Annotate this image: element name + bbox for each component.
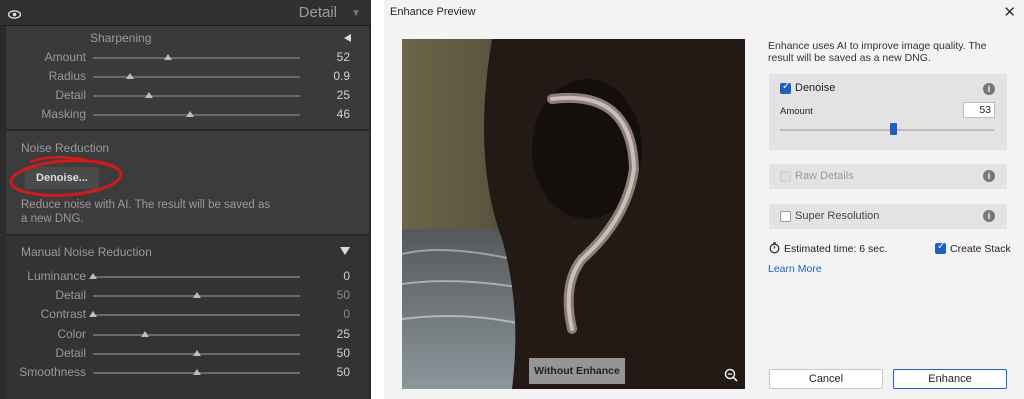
preview-image[interactable]: Without Enhance [402,39,745,389]
manual-noise-slider-thumb[interactable] [192,292,201,299]
detail-panel: Detail ▼ Sharpening Amount 52 Radius 0.9 Det… [0,0,371,399]
manual-noise-slider-track[interactable] [93,314,300,317]
denoise-info-icon[interactable]: i [983,83,995,95]
sharpening-slider-value[interactable]: 25 [310,88,350,102]
learn-more-link[interactable]: Learn More [768,263,822,275]
manual-noise-slider-label: Detail [55,345,86,360]
sharpening-slider-track[interactable] [93,76,300,78]
noise-reduction-title: Noise Reduction [21,141,110,155]
manual-noise-slider-value[interactable]: 25 [310,327,350,341]
sharpening-slider-label: Radius [48,69,86,83]
zoom-out-icon[interactable] [724,368,738,385]
manual-noise-reduction-title: Manual Noise Reduction [21,245,152,259]
denoise-button[interactable]: Denoise... [25,167,99,189]
manual-noise-slider-thumb[interactable] [192,349,201,356]
preview-photo [402,39,745,389]
enhance-button[interactable]: Enhance [893,369,1007,389]
denoise-description: Reduce noise with AI. The result will be… [21,199,271,225]
estimated-time: Estimated time: 6 sec. [784,243,888,255]
denoise-checkbox[interactable] [780,81,791,94]
manual-noise-slider-value[interactable]: 50 [310,365,350,379]
panel-title: Detail [298,4,337,21]
super-resolution-box: Super Resolution i [769,204,1007,229]
dialog-intro: Enhance uses AI to improve image quality… [768,40,987,64]
super-resolution-checkbox[interactable] [780,211,791,222]
manual-noise-slider-value[interactable]: 50 [310,346,350,360]
amount-slider-thumb[interactable] [890,123,898,135]
super-resolution-label: Super Resolution [795,210,880,222]
sharpening-slider-track[interactable] [93,114,300,116]
amount-label: Amount [780,106,813,117]
manual-noise-slider-label: Color [57,326,86,341]
manual-noise-slider-value[interactable]: 0 [310,269,350,283]
sharpening-slider-value[interactable]: 0.9 [310,69,350,83]
cancel-button[interactable]: Cancel [769,369,883,389]
manual-noise-slider-label: Luminance [27,269,86,283]
manual-noise-slider-thumb[interactable] [89,311,97,318]
amount-input[interactable]: 53 [963,102,995,118]
sharpening-slider-label: Masking [41,107,86,121]
manual-noise-collapse-icon[interactable] [340,247,350,255]
raw-details-info-icon[interactable]: i [983,170,995,182]
sharpening-slider-thumb[interactable] [163,54,172,60]
manual-noise-slider-value[interactable]: 0 [310,307,350,321]
raw-details-box: Raw Details i [769,164,1007,189]
denoise-label: Denoise [795,82,836,94]
manual-noise-slider-track[interactable] [93,276,300,278]
sharpening-slider-value[interactable]: 46 [310,107,350,121]
eye-icon[interactable] [7,8,22,22]
without-enhance-button[interactable]: Without Enhance [529,358,625,384]
amount-track[interactable] [780,129,994,131]
manual-noise-slider-label: Smoothness [19,365,86,379]
denoise-box: Denoise i Amount 53 [769,74,1007,150]
sharpening-slider-label: Detail [55,88,86,102]
raw-details-label: Raw Details [795,170,854,182]
manual-noise-slider-thumb[interactable] [140,330,149,337]
raw-details-checkbox[interactable] [780,171,791,182]
sharpening-slider-track[interactable] [93,57,300,59]
create-stack-checkbox[interactable] [935,241,946,254]
sharpening-slider-label: Amount [44,50,86,64]
sharpening-title: Sharpening [90,31,152,45]
manual-noise-slider-value[interactable]: 50 [310,288,350,302]
dialog-title: Enhance Preview [390,6,476,18]
stopwatch-icon [769,242,780,257]
manual-noise-slider-thumb[interactable] [192,369,201,375]
enhance-preview-dialog: Enhance Preview ✕ Without Enhance Enhanc… [384,0,1024,399]
create-stack-label: Create Stack [950,243,1011,255]
sharpening-slider-thumb[interactable] [126,73,135,79]
sharpening-slider-value[interactable]: 52 [310,50,350,64]
manual-noise-slider-track[interactable] [93,333,300,336]
collapse-triangle-icon[interactable]: ▼ [351,8,361,19]
manual-noise-slider-label: Detail [55,288,86,303]
manual-noise-slider-thumb[interactable] [89,273,97,279]
sharpening-slider-track[interactable] [93,95,300,97]
super-resolution-info-icon[interactable]: i [983,210,995,222]
sharpening-slider-thumb[interactable] [186,111,195,117]
manual-noise-slider-label: Contrast [40,307,86,322]
close-icon[interactable]: ✕ [1003,3,1016,21]
sharpening-slider-thumb[interactable] [144,92,153,98]
sharpening-collapse-icon[interactable] [344,34,351,42]
panel-header[interactable]: Detail ▼ [0,0,371,26]
